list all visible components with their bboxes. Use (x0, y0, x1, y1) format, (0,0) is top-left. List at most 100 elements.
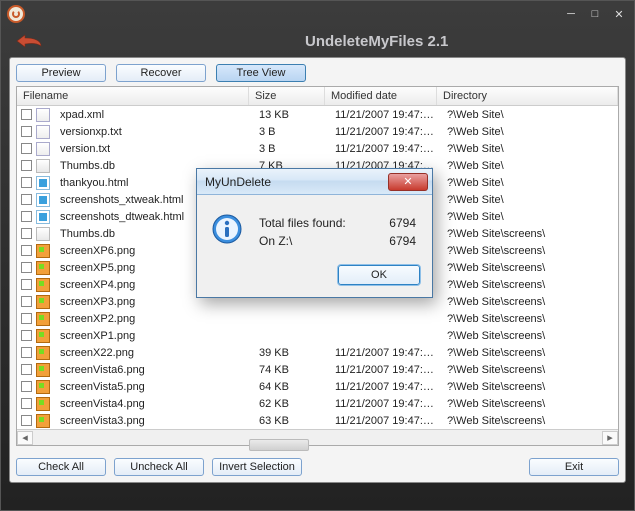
file-type-icon (36, 397, 50, 411)
column-size[interactable]: Size (249, 87, 325, 105)
horizontal-scrollbar[interactable]: ◂ ▸ (17, 429, 618, 445)
file-type-icon (36, 210, 50, 224)
cell-filename: screenshots_dtweak.html (54, 211, 184, 223)
cell-dir: ?\Web Site\ (441, 160, 618, 172)
cell-dir: ?\Web Site\screens\ (441, 313, 618, 325)
cell-dir: ?\Web Site\screens\ (441, 228, 618, 240)
row-checkbox[interactable] (21, 177, 32, 188)
cell-filename: screenVista3.png (54, 415, 145, 427)
cell-dir: ?\Web Site\ (441, 126, 618, 138)
row-checkbox[interactable] (21, 143, 32, 154)
scroll-thumb[interactable] (249, 439, 309, 451)
file-type-icon (36, 142, 50, 156)
cell-dir: ?\Web Site\screens\ (441, 245, 618, 257)
column-directory[interactable]: Directory (437, 87, 618, 105)
cell-date: 11/21/2007 19:47:… (329, 381, 441, 393)
file-type-icon (36, 176, 50, 190)
close-button[interactable]: ✕ (610, 6, 628, 22)
scroll-right-icon[interactable]: ▸ (602, 431, 618, 445)
cell-filename: screenVista6.png (54, 364, 145, 376)
undo-icon[interactable] (11, 32, 45, 50)
tab-treeview[interactable]: Tree View (216, 64, 306, 82)
cell-dir: ?\Web Site\ (441, 143, 618, 155)
scroll-left-icon[interactable]: ◂ (17, 431, 33, 445)
uncheck-all-button[interactable]: Uncheck All (114, 458, 204, 476)
cell-dir: ?\Web Site\screens\ (441, 262, 618, 274)
table-row[interactable]: xpad.xml13 KB11/21/2007 19:47:…?\Web Sit… (17, 106, 618, 123)
row-checkbox[interactable] (21, 279, 32, 290)
table-row[interactable]: screenXP1.png?\Web Site\screens\ (17, 327, 618, 344)
file-type-icon (36, 125, 50, 139)
dialog-close-button[interactable]: ✕ (388, 173, 428, 191)
row-checkbox[interactable] (21, 109, 32, 120)
maximize-button[interactable]: □ (586, 6, 604, 22)
cell-filename: version.txt (54, 143, 110, 155)
cell-date: 11/21/2007 19:47:… (329, 347, 441, 359)
cell-filename: screenX22.png (54, 347, 134, 359)
table-row[interactable]: screenVista3.png63 KB11/21/2007 19:47:…?… (17, 412, 618, 429)
message-dialog: MyUnDelete ✕ Total files found:6794 On Z… (196, 168, 433, 298)
file-type-icon (36, 312, 50, 326)
row-checkbox[interactable] (21, 398, 32, 409)
tab-recover[interactable]: Recover (116, 64, 206, 82)
row-checkbox[interactable] (21, 160, 32, 171)
file-type-icon (36, 159, 50, 173)
cell-size: 63 KB (253, 415, 329, 427)
row-checkbox[interactable] (21, 415, 32, 426)
column-modified[interactable]: Modified date (325, 87, 437, 105)
dialog-line2-label: On Z:\ (259, 233, 378, 249)
file-type-icon (36, 193, 50, 207)
invert-selection-button[interactable]: Invert Selection (212, 458, 302, 476)
row-checkbox[interactable] (21, 381, 32, 392)
row-checkbox[interactable] (21, 126, 32, 137)
cell-dir: ?\Web Site\screens\ (441, 398, 618, 410)
cell-filename: Thumbs.db (54, 160, 115, 172)
file-type-icon (36, 363, 50, 377)
table-row[interactable]: version.txt3 B11/21/2007 19:47:…?\Web Si… (17, 140, 618, 157)
column-filename[interactable]: Filename (17, 87, 249, 105)
row-checkbox[interactable] (21, 194, 32, 205)
cell-filename: screenXP4.png (54, 279, 135, 291)
table-row[interactable]: screenVista4.png62 KB11/21/2007 19:47:…?… (17, 395, 618, 412)
row-checkbox[interactable] (21, 296, 32, 307)
row-checkbox[interactable] (21, 228, 32, 239)
cell-filename: xpad.xml (54, 109, 104, 121)
cell-filename: screenXP3.png (54, 296, 135, 308)
dialog-line2-value: 6794 (380, 233, 417, 249)
dialog-title: MyUnDelete (205, 175, 271, 189)
tab-preview[interactable]: Preview (16, 64, 106, 82)
cell-dir: ?\Web Site\screens\ (441, 364, 618, 376)
app-title: UndeleteMyFiles 2.1 (305, 33, 454, 50)
file-type-icon (36, 227, 50, 241)
cell-filename: versionxp.txt (54, 126, 122, 138)
row-checkbox[interactable] (21, 211, 32, 222)
ok-button[interactable]: OK (338, 265, 420, 285)
info-icon (211, 213, 243, 245)
cell-date: 11/21/2007 19:47:… (329, 364, 441, 376)
row-checkbox[interactable] (21, 245, 32, 256)
cell-date: 11/21/2007 19:47:… (329, 398, 441, 410)
row-checkbox[interactable] (21, 262, 32, 273)
cell-dir: ?\Web Site\screens\ (441, 296, 618, 308)
cell-filename: screenVista4.png (54, 398, 145, 410)
cell-dir: ?\Web Site\ (441, 177, 618, 189)
table-row[interactable]: screenVista5.png64 KB11/21/2007 19:47:…?… (17, 378, 618, 395)
row-checkbox[interactable] (21, 330, 32, 341)
cell-filename: screenXP1.png (54, 330, 135, 342)
row-checkbox[interactable] (21, 313, 32, 324)
cell-filename: screenshots_xtweak.html (54, 194, 184, 206)
file-type-icon (36, 108, 50, 122)
table-row[interactable]: screenXP2.png ?\Web Site\screens\ (17, 310, 618, 327)
dialog-titlebar[interactable]: MyUnDelete ✕ (197, 169, 432, 195)
row-checkbox[interactable] (21, 347, 32, 358)
check-all-button[interactable]: Check All (16, 458, 106, 476)
table-row[interactable]: screenX22.png39 KB11/21/2007 19:47:…?\We… (17, 344, 618, 361)
table-row[interactable]: screenVista6.png74 KB11/21/2007 19:47:…?… (17, 361, 618, 378)
cell-dir: ?\Web Site\ (441, 109, 618, 121)
cell-filename: screenXP2.png (54, 313, 135, 325)
row-checkbox[interactable] (21, 364, 32, 375)
table-row[interactable]: versionxp.txt3 B11/21/2007 19:47:…?\Web … (17, 123, 618, 140)
minimize-button[interactable]: ─ (562, 6, 580, 22)
grid-header: Filename Size Modified date Directory (17, 87, 618, 106)
exit-button[interactable]: Exit (529, 458, 619, 476)
